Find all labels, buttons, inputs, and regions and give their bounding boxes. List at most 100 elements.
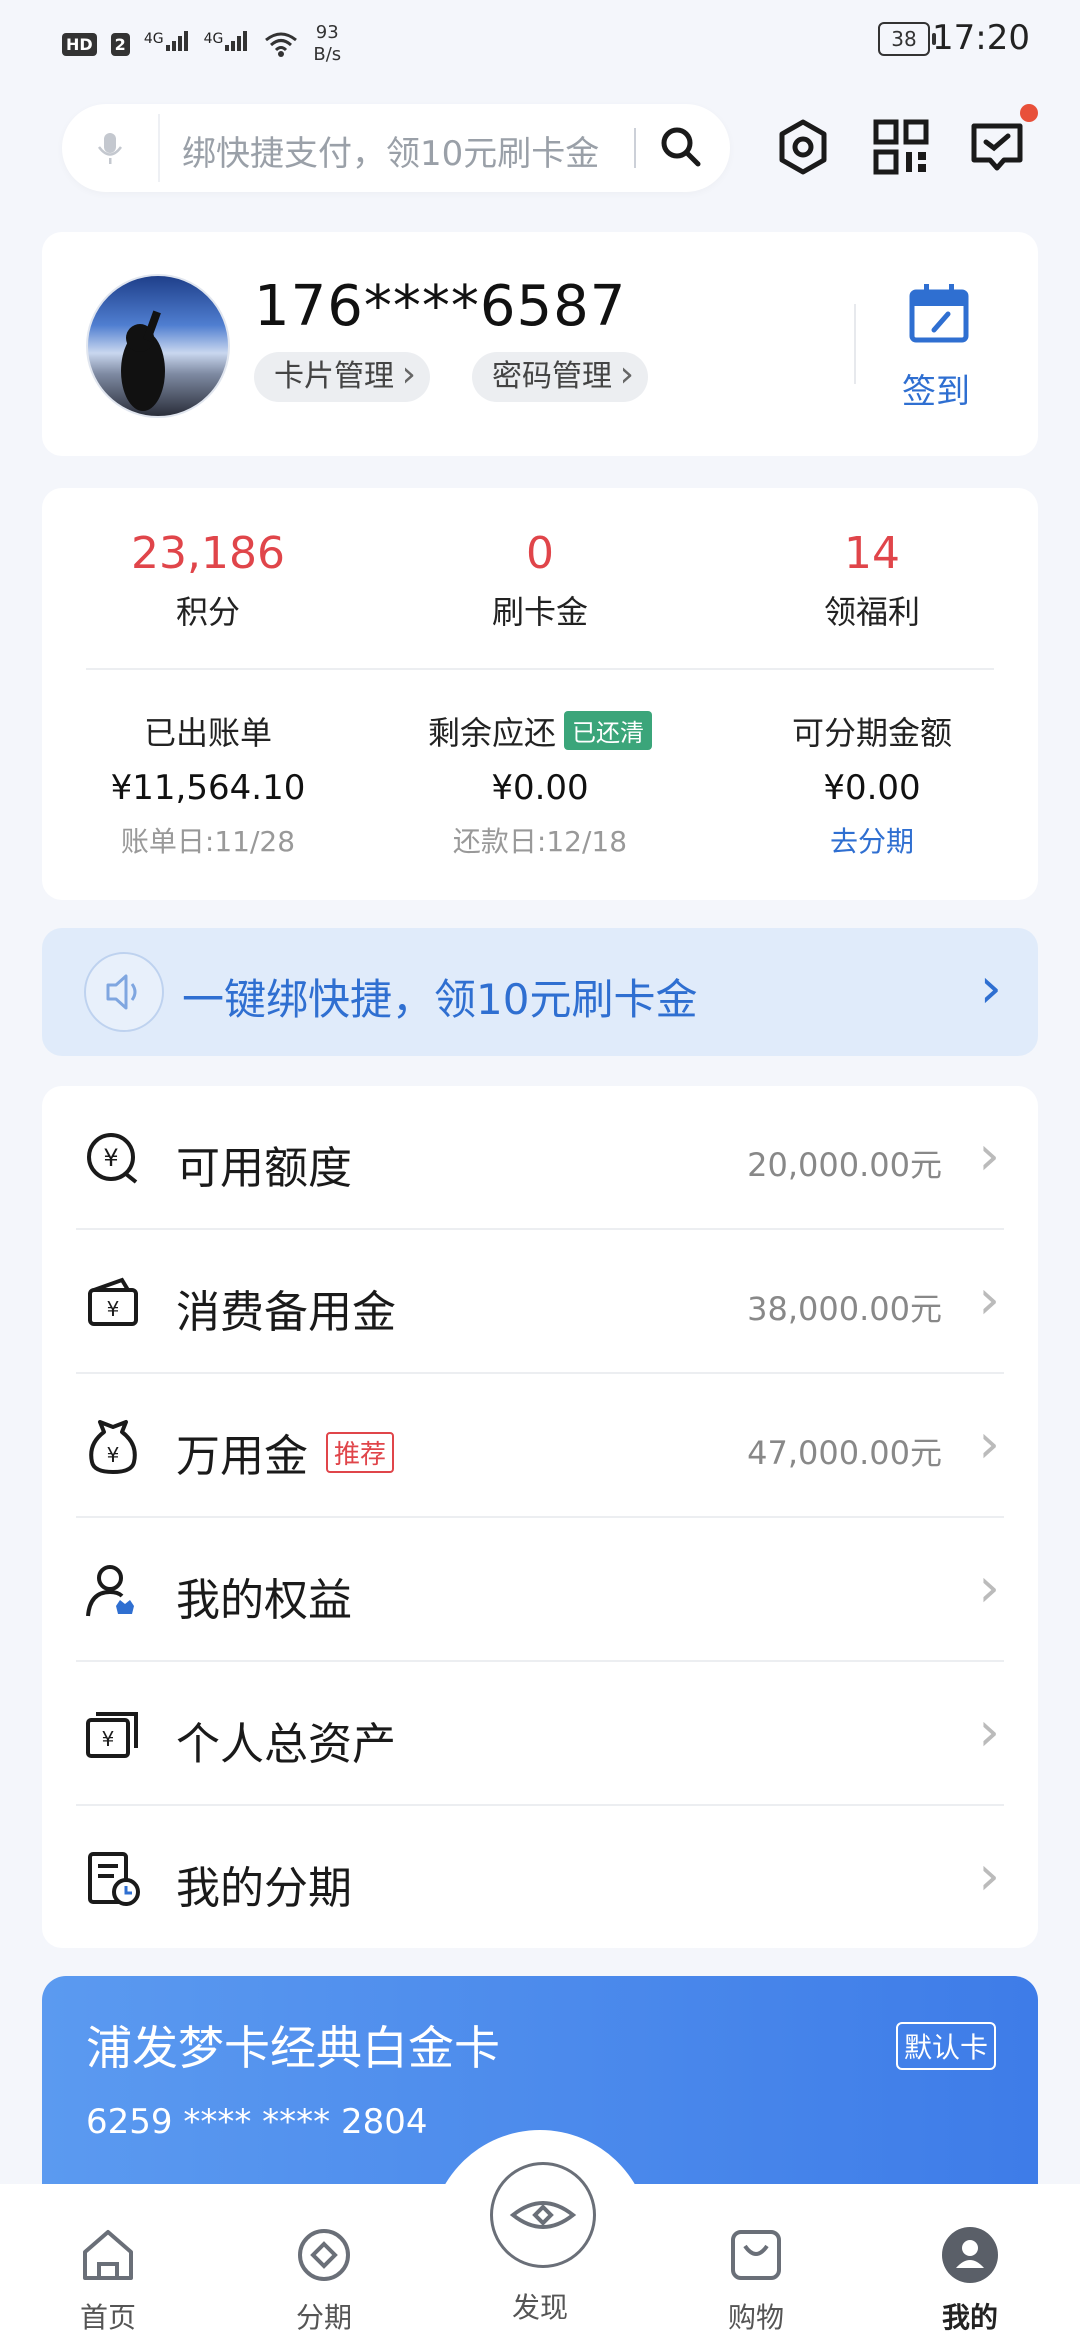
- svg-text:¥: ¥: [102, 1727, 115, 1751]
- chevron-right-icon: ›: [978, 1556, 1000, 1619]
- signal-icon-2: 4G: [204, 29, 250, 59]
- avatar[interactable]: [86, 274, 230, 418]
- chevron-right-icon: ›: [978, 1700, 1000, 1763]
- calendar-icon[interactable]: [906, 280, 972, 346]
- benefits-value: 14: [844, 528, 900, 579]
- user-crown-icon: [86, 1565, 134, 1617]
- swipe-bonus-value: 0: [526, 528, 554, 579]
- status-left: HD 2 4G 4G 93 B/s: [62, 22, 341, 66]
- repay-date: 还款日:12/18: [452, 825, 628, 858]
- chevron-right-icon: ›: [978, 1124, 1000, 1187]
- installment-title: 可分期金额: [791, 714, 952, 752]
- tab-discover[interactable]: [490, 2162, 596, 2268]
- list-item-value: 20,000.00元: [747, 1146, 942, 1184]
- statement-bill[interactable]: 已出账单 ¥11,564.10 账单日:11/28: [58, 708, 358, 860]
- benefits-label: 领福利: [823, 593, 920, 631]
- points-value: 23,186: [131, 528, 285, 579]
- yuan-magnifier-icon: ¥: [87, 1133, 138, 1184]
- wifi-icon: [265, 32, 298, 57]
- assets-icon: ¥: [86, 1712, 138, 1758]
- speaker-icon: [84, 952, 164, 1032]
- clock: 17:20: [932, 18, 1030, 58]
- due-amount: ¥0.00: [491, 768, 589, 808]
- installment-icon: [298, 2229, 350, 2281]
- bill-date: 账单日:11/28: [120, 825, 296, 858]
- search-bar[interactable]: 绑快捷支付，领10元刷卡金: [62, 104, 730, 192]
- points-stat[interactable]: 23,186 积分: [98, 528, 318, 633]
- list-item-my-installments[interactable]: 我的分期 ›: [42, 1806, 1038, 1950]
- card-management-button[interactable]: 卡片管理: [254, 350, 430, 402]
- tab-discover-label: 发现: [511, 2291, 568, 2324]
- svg-text:¥: ¥: [107, 1297, 120, 1321]
- promo-banner[interactable]: 一键绑快捷，领10元刷卡金 ›: [42, 928, 1038, 1056]
- chevron-right-icon: ›: [978, 1844, 1000, 1907]
- card-name: 浦发梦卡经典白金卡: [86, 2021, 500, 2075]
- swipe-bonus-label: 刷卡金: [491, 593, 588, 631]
- microphone-icon[interactable]: [92, 130, 128, 166]
- default-card-badge: 默认卡: [895, 2022, 996, 2070]
- svg-text:¥: ¥: [103, 1144, 118, 1172]
- eye-icon: [509, 2201, 577, 2229]
- list-item-value: 47,000.00元: [747, 1434, 942, 1472]
- list-item-label: 万用金 推荐: [176, 1420, 395, 1484]
- list-item-label: 消费备用金: [176, 1287, 396, 1338]
- installment-value: ¥0.00: [823, 768, 921, 808]
- tab-home[interactable]: 首页: [48, 2224, 168, 2336]
- chevron-right-icon: ›: [979, 956, 1002, 1021]
- tab-label: 购物: [727, 2301, 784, 2334]
- search-divider-2: [634, 128, 636, 168]
- tab-label: 我的: [941, 2301, 998, 2334]
- list-item-label: 我的权益: [176, 1575, 352, 1626]
- divider: [86, 668, 994, 670]
- bill-amount: ¥11,564.10: [110, 768, 306, 808]
- notification-dot: [1020, 104, 1038, 122]
- installment-amount[interactable]: 可分期金额 ¥0.00 去分期: [722, 708, 1022, 860]
- profile-icon: [942, 2227, 998, 2283]
- sim-badge: 2: [110, 32, 130, 56]
- due-title: 剩余应还: [427, 714, 556, 752]
- list-item-my-benefits[interactable]: 我的权益 ›: [42, 1518, 1038, 1662]
- qr-code-icon[interactable]: [870, 116, 932, 178]
- search-input[interactable]: 绑快捷支付，领10元刷卡金: [182, 126, 599, 175]
- points-label: 积分: [175, 593, 240, 631]
- list-item-total-assets[interactable]: ¥ 个人总资产 ›: [42, 1662, 1038, 1806]
- profile-card: 176****6587 卡片管理 密码管理 签到: [42, 232, 1038, 456]
- signal-icon-1: 4G: [144, 29, 190, 59]
- search-divider: [158, 114, 160, 182]
- money-bag-icon: ¥: [89, 1420, 137, 1474]
- service-list: ¥ 可用额度 20,000.00元 › ¥ 消费备用金 38,000.00元 ›…: [42, 1086, 1038, 1948]
- benefits-stat[interactable]: 14 领福利: [762, 528, 982, 633]
- tab-mine[interactable]: 我的: [910, 2224, 1030, 2336]
- wallet-icon: ¥: [88, 1277, 138, 1326]
- sign-in-button[interactable]: 签到: [902, 364, 970, 413]
- home-icon: [83, 2230, 133, 2280]
- svg-text:¥: ¥: [107, 1443, 120, 1467]
- tab-label: 首页: [79, 2301, 136, 2334]
- message-icon[interactable]: [966, 116, 1028, 178]
- bill-title: 已出账单: [143, 714, 272, 752]
- paid-badge: 已还清: [564, 711, 652, 750]
- battery-icon: 38: [878, 22, 936, 56]
- chevron-right-icon: ›: [978, 1268, 1000, 1331]
- swipe-bonus-stat[interactable]: 0 刷卡金: [430, 528, 650, 633]
- divider: [854, 304, 856, 384]
- tab-shopping[interactable]: 购物: [696, 2224, 816, 2336]
- password-management-button[interactable]: 密码管理: [472, 350, 648, 402]
- list-item-universal-fund[interactable]: ¥ 万用金 推荐 47,000.00元 ›: [42, 1374, 1038, 1518]
- list-item-value: 38,000.00元: [747, 1290, 942, 1328]
- tab-installment[interactable]: 分期: [264, 2224, 384, 2336]
- go-installment-link[interactable]: 去分期: [722, 820, 1022, 860]
- chevron-right-icon: ›: [978, 1412, 1000, 1475]
- hd-badge: HD: [62, 32, 97, 56]
- list-item-available-credit[interactable]: ¥ 可用额度 20,000.00元 ›: [42, 1086, 1038, 1230]
- user-phone: 176****6587: [254, 274, 627, 339]
- search-icon[interactable]: [656, 122, 706, 172]
- net-speed: 93 B/s: [313, 22, 342, 65]
- account-stats-card: 23,186 积分 0 刷卡金 14 领福利 已出账单 ¥11,564.10 账…: [42, 488, 1038, 900]
- remaining-due[interactable]: 剩余应还 已还清 ¥0.00 还款日:12/18: [390, 708, 690, 860]
- settings-icon[interactable]: [772, 116, 834, 178]
- list-item-label: 个人总资产: [176, 1719, 396, 1770]
- card-number: 6259 **** **** 2804: [86, 2102, 428, 2142]
- list-item-consumer-reserve[interactable]: ¥ 消费备用金 38,000.00元 ›: [42, 1230, 1038, 1374]
- status-bar: HD 2 4G 4G 93 B/s 38 17:20: [0, 0, 1080, 84]
